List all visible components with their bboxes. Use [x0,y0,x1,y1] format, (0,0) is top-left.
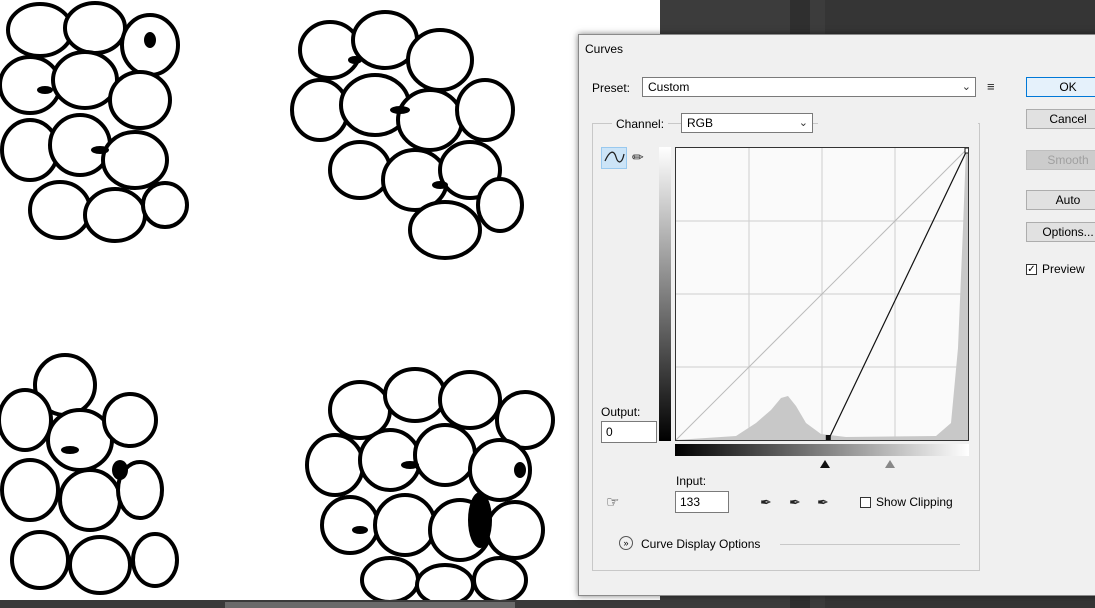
output-field[interactable]: 0 [601,421,657,443]
show-clipping-label: Show Clipping [876,495,953,509]
raspberry-illustration [0,1,555,607]
ok-button[interactable]: OK [1026,77,1095,97]
white-point-eyedropper-icon[interactable]: ✒ [817,494,829,510]
preset-label: Preset: [592,81,631,95]
input-field[interactable]: 133 [675,491,729,513]
scrollbar-thumb[interactable] [225,602,515,608]
black-point-eyedropper-icon[interactable]: ✒ [760,494,772,510]
output-gradient-bar [659,147,671,441]
chevron-down-icon: ⌄ [961,81,971,93]
curve-point-white[interactable] [964,147,971,154]
channel-label: Channel: [612,117,669,131]
dialog-title: Curves [585,42,624,56]
curve-display-options-label[interactable]: Curve Display Options [641,537,760,551]
smooth-button: Smooth [1026,150,1095,170]
preview-checkbox[interactable]: ✓ [1026,264,1037,275]
curve-point-black[interactable] [825,435,831,440]
input-gradient-bar [675,444,969,456]
pencil-icon[interactable]: ✏ [632,149,644,165]
document-canvas[interactable] [0,0,660,608]
curve-graph[interactable] [675,147,971,441]
curve-points-icon [604,151,625,163]
output-label: Output: [601,405,641,419]
group-box-title-gap [818,123,978,126]
curve-plot [675,147,971,441]
channel-value: RGB [687,116,714,130]
options-button[interactable]: Options... [1026,222,1095,242]
auto-button[interactable]: Auto [1026,190,1095,210]
preset-value: Custom [648,80,690,94]
preset-options-icon[interactable]: ≡ [987,79,995,95]
chevron-down-icon: ⌄ [798,117,808,129]
black-point-slider[interactable] [820,460,830,468]
expand-chevron-icon[interactable]: » [619,536,633,550]
preset-select[interactable]: Custom ⌄ [642,77,976,97]
cancel-button[interactable]: Cancel [1026,109,1095,129]
gray-point-eyedropper-icon[interactable]: ✒ [789,494,801,510]
input-label: Input: [676,474,707,488]
show-clipping-checkbox[interactable] [860,497,871,508]
white-point-slider[interactable] [885,460,895,468]
preview-label: Preview [1042,262,1085,276]
divider [780,544,960,545]
on-image-adjust-icon[interactable]: ☞ [606,495,619,511]
curve-points-tool[interactable] [601,147,627,169]
channel-select[interactable]: RGB ⌄ [681,113,813,133]
